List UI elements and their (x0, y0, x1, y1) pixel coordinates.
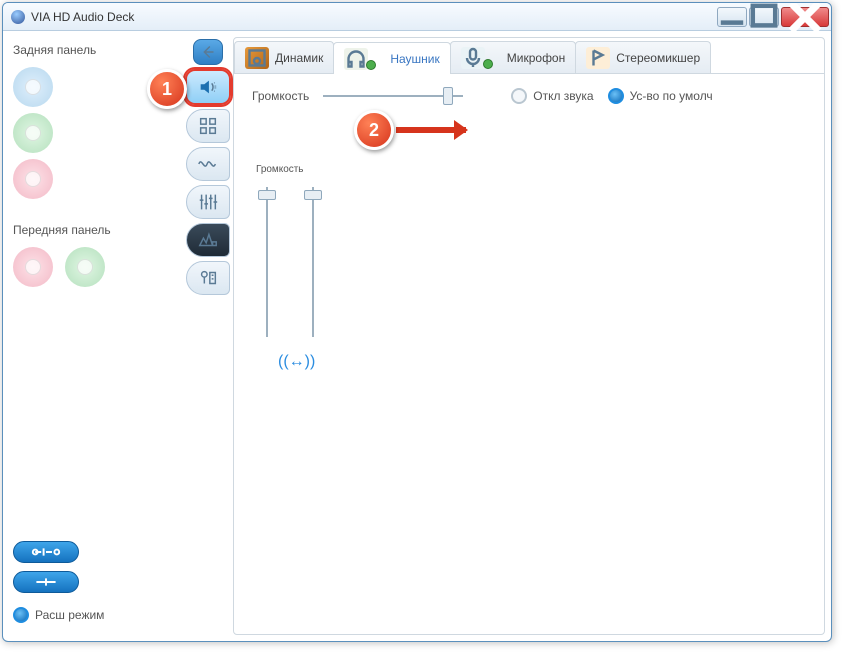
left-channel-slider[interactable] (258, 187, 276, 337)
front-panel-label: Передняя панель (13, 223, 111, 237)
mute-label: Откл звука (533, 89, 593, 103)
status-ok-icon (483, 59, 493, 69)
speaker-config-button[interactable] (186, 109, 230, 143)
mute-toggle[interactable]: Откл звука (511, 88, 593, 104)
advanced-mode-icon (13, 607, 29, 623)
tab-speaker[interactable]: Динамик (234, 41, 334, 73)
connector-config-button[interactable] (13, 541, 79, 563)
undo-button[interactable] (193, 39, 223, 65)
stereo-mixer-icon (586, 47, 610, 69)
radio-off-icon (511, 88, 527, 104)
minimize-button[interactable] (717, 7, 747, 27)
master-volume-label: Громкость (252, 89, 309, 103)
rear-panel-label: Задняя панель (13, 43, 96, 57)
tab-mixer-label: Стереомикшер (616, 51, 700, 65)
bass-button[interactable] (186, 147, 230, 181)
main-panel: Динамик Наушник Микрофон (233, 37, 825, 635)
default-device-toggle[interactable]: Ус-во по умолч (608, 88, 713, 104)
link-channels-button[interactable]: ((↔)) (278, 353, 806, 371)
equalizer-button[interactable] (186, 185, 230, 219)
category-bar: 1 (183, 31, 233, 641)
radio-on-icon (608, 88, 624, 104)
app-icon (11, 10, 25, 24)
tab-speaker-label: Динамик (275, 51, 323, 65)
maximize-button[interactable] (749, 7, 779, 27)
room-correction-button[interactable] (186, 261, 230, 295)
front-port-green[interactable] (65, 247, 105, 287)
annotation-callout-2: 2 (354, 110, 394, 150)
right-channel-slider[interactable] (304, 187, 322, 337)
close-button[interactable] (781, 7, 829, 27)
left-panel: Задняя панель Передняя панель (3, 31, 183, 641)
advanced-mode-label: Расш режим (35, 608, 104, 622)
status-ok-icon (366, 60, 376, 70)
tab-mic-label: Микрофон (507, 51, 565, 65)
info-button[interactable] (13, 571, 79, 593)
app-window: VIA HD Audio Deck Задняя панель Передняя… (2, 2, 832, 642)
rear-port-blue[interactable] (13, 67, 53, 107)
advanced-mode-toggle[interactable]: Расш режим (13, 607, 104, 623)
rear-port-green[interactable] (13, 113, 53, 153)
titlebar[interactable]: VIA HD Audio Deck (3, 3, 831, 31)
tab-microphone[interactable]: Микрофон (450, 41, 576, 73)
environment-button[interactable] (186, 223, 230, 257)
tab-headphone-label: Наушник (390, 52, 439, 66)
window-title: VIA HD Audio Deck (31, 10, 715, 24)
default-device-label: Ус-во по умолч (630, 89, 713, 103)
headphone-icon (344, 48, 368, 70)
microphone-icon (461, 47, 485, 69)
annotation-arrow (396, 127, 466, 133)
tab-bar: Динамик Наушник Микрофон (234, 38, 824, 74)
master-volume-slider[interactable] (323, 89, 463, 103)
tab-headphone[interactable]: Наушник (333, 42, 450, 74)
channel-volume-label: Громкость (256, 164, 806, 175)
rear-port-pink[interactable] (13, 159, 53, 199)
volume-category-button[interactable] (185, 69, 231, 105)
tab-stereo-mixer[interactable]: Стереомикшер (575, 41, 711, 73)
speaker-icon (245, 47, 269, 69)
front-port-pink[interactable] (13, 247, 53, 287)
